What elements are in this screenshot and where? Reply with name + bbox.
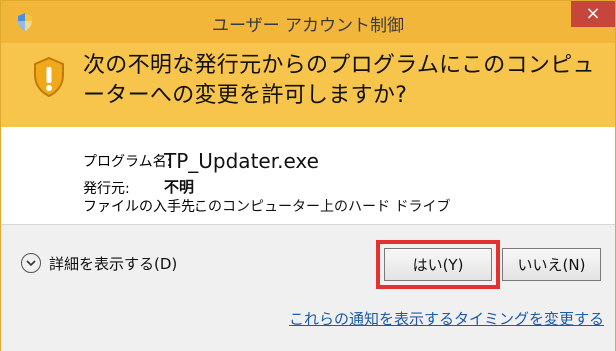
chevron-down-icon bbox=[21, 253, 41, 273]
show-details-label: 詳細を表示する(D) bbox=[49, 254, 178, 273]
program-name-value: TP_Updater.exe bbox=[164, 149, 319, 173]
close-icon: × bbox=[585, 3, 601, 24]
uac-dialog: ユーザー アカウント制御 × 次の不明な発行元からのプログラムにこのコンピュータ… bbox=[0, 0, 616, 351]
publisher-value: 不明 bbox=[164, 178, 195, 196]
file-origin-label: ファイルの入手先: bbox=[83, 199, 200, 215]
window-title: ユーザー アカウント制御 bbox=[211, 16, 405, 36]
banner-message: 次の不明な発行元からのプログラムにこのコンピューターへの変更を許可しますか? bbox=[83, 53, 595, 108]
warning-shield-icon bbox=[34, 56, 64, 98]
program-name-label: プログラム名: bbox=[83, 154, 172, 170]
file-origin-value: このコンピューター上のハード ドライブ bbox=[194, 199, 451, 215]
show-details-toggle[interactable]: 詳細を表示する(D) bbox=[21, 248, 177, 278]
close-button[interactable]: × bbox=[571, 1, 615, 27]
publisher-label: 発行元: bbox=[83, 181, 130, 197]
highlight-box bbox=[376, 240, 500, 289]
change-notification-link[interactable]: これらの通知を表示するタイミングを変更する bbox=[289, 308, 604, 329]
title-bar: ユーザー アカウント制御 × bbox=[1, 1, 615, 43]
footer-area bbox=[1, 225, 615, 351]
no-button[interactable]: いいえ(N) bbox=[502, 248, 601, 281]
